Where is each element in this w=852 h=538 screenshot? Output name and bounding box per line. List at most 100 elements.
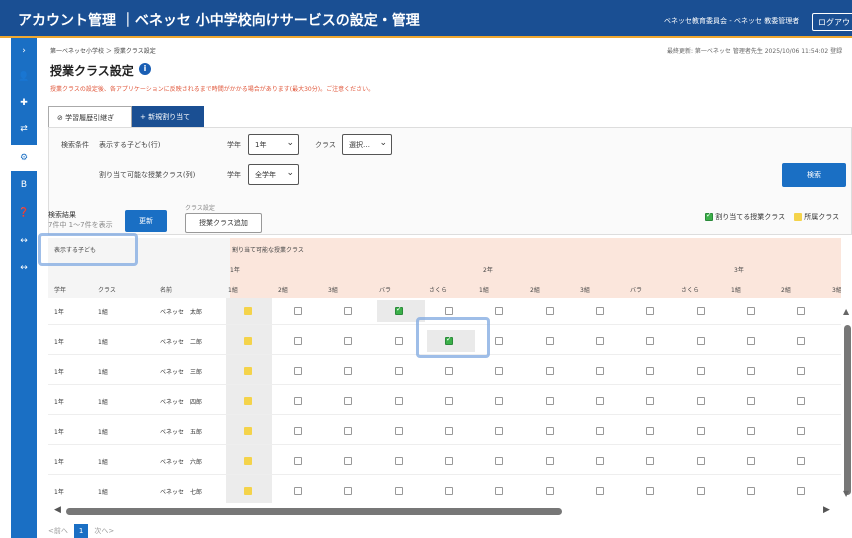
assign-checkbox[interactable] (445, 367, 453, 375)
assign-checkbox[interactable] (495, 307, 503, 315)
assign-checkbox[interactable] (495, 367, 503, 375)
grade-select[interactable]: 1年 ⌄ (248, 134, 299, 155)
assign-checkbox[interactable] (546, 337, 554, 345)
sidebar-expand-icon[interactable]: › (11, 38, 37, 64)
assign-checkbox[interactable] (596, 367, 604, 375)
assign-checkbox[interactable] (747, 427, 755, 435)
assign-checkbox[interactable] (747, 397, 755, 405)
scroll-up-icon[interactable]: ▲ (843, 307, 849, 316)
assign-checkbox[interactable] (646, 367, 654, 375)
sidebar-transfer-icon[interactable]: ⇄ (11, 116, 37, 142)
assign-checkbox[interactable] (395, 367, 403, 375)
assign-checkbox[interactable] (344, 487, 352, 495)
scroll-down-icon[interactable]: ▼ (843, 489, 849, 498)
assign-checkbox[interactable] (797, 367, 805, 375)
logout-button[interactable]: ログアウト (812, 13, 852, 31)
assign-checkbox[interactable] (445, 397, 453, 405)
sidebar-settings-icon[interactable]: ⚙ (11, 145, 37, 171)
assign-checkbox[interactable] (344, 307, 352, 315)
assign-checkbox[interactable] (697, 337, 705, 345)
assign-checkbox[interactable] (294, 367, 302, 375)
assign-checkbox[interactable] (797, 487, 805, 495)
info-icon[interactable]: i (139, 63, 151, 75)
assign-checkbox[interactable] (294, 307, 302, 315)
assign-checkbox[interactable] (546, 307, 554, 315)
assign-checkbox[interactable] (395, 337, 403, 345)
assign-checkbox[interactable] (596, 487, 604, 495)
assign-checkbox[interactable] (546, 367, 554, 375)
assign-checkbox[interactable] (495, 337, 503, 345)
assign-checkbox[interactable] (395, 305, 403, 315)
assign-checkbox[interactable] (646, 457, 654, 465)
scroll-right-icon[interactable]: ▶ (823, 505, 830, 515)
assign-checkbox[interactable] (294, 457, 302, 465)
assign-checkbox[interactable] (797, 337, 805, 345)
sidebar-swap-icon[interactable]: ↔ (11, 228, 37, 254)
assign-checkbox[interactable] (747, 487, 755, 495)
assign-checkbox[interactable] (697, 307, 705, 315)
assign-checkbox[interactable] (294, 427, 302, 435)
sidebar-add-icon[interactable]: ✚ (11, 90, 37, 116)
assign-checkbox[interactable] (445, 427, 453, 435)
assign-checkbox[interactable] (697, 397, 705, 405)
assign-checkbox[interactable] (344, 337, 352, 345)
assign-checkbox[interactable] (495, 457, 503, 465)
assign-checkbox[interactable] (445, 457, 453, 465)
assign-checkbox[interactable] (445, 487, 453, 495)
assign-checkbox[interactable] (546, 427, 554, 435)
assign-checkbox[interactable] (395, 457, 403, 465)
assign-checkbox[interactable] (747, 367, 755, 375)
assign-checkbox[interactable] (697, 457, 705, 465)
assign-checkbox[interactable] (797, 457, 805, 465)
assign-checkbox[interactable] (546, 397, 554, 405)
assign-checkbox[interactable] (495, 427, 503, 435)
assign-checkbox[interactable] (495, 487, 503, 495)
assign-checkbox[interactable] (646, 337, 654, 345)
assign-checkbox[interactable] (395, 487, 403, 495)
assign-checkbox[interactable] (646, 487, 654, 495)
assign-checkbox[interactable] (797, 397, 805, 405)
sidebar-b-icon[interactable]: B (11, 172, 37, 198)
class-select[interactable]: 選択… ⌄ (342, 134, 392, 155)
assign-checkbox[interactable] (395, 427, 403, 435)
assign-checkbox[interactable] (294, 397, 302, 405)
assign-checkbox[interactable] (294, 337, 302, 345)
sidebar-user-icon[interactable]: 👤 (11, 64, 37, 90)
sidebar-help-icon[interactable]: ❓ (11, 200, 37, 226)
tab-new-assign[interactable]: + 新規割り当て (132, 106, 204, 127)
assign-checkbox[interactable] (646, 397, 654, 405)
assign-checkbox[interactable] (344, 397, 352, 405)
assign-checkbox[interactable] (797, 427, 805, 435)
assign-checkbox[interactable] (596, 427, 604, 435)
assign-checkbox[interactable] (596, 307, 604, 315)
assign-checkbox[interactable] (546, 457, 554, 465)
assign-checkbox[interactable] (294, 487, 302, 495)
assign-checkbox[interactable] (697, 427, 705, 435)
grade-select-2[interactable]: 全学年 ⌄ (248, 164, 299, 185)
assign-checkbox[interactable] (395, 397, 403, 405)
next-page-link[interactable]: 次へ> (94, 527, 114, 535)
assign-checkbox[interactable] (344, 367, 352, 375)
scroll-left-icon[interactable]: ◀ (54, 505, 61, 515)
assign-checkbox[interactable] (747, 337, 755, 345)
horizontal-scroll-thumb[interactable] (66, 508, 562, 515)
assign-checkbox[interactable] (596, 457, 604, 465)
assign-checkbox[interactable] (344, 427, 352, 435)
assign-checkbox[interactable] (646, 427, 654, 435)
assign-checkbox[interactable] (344, 457, 352, 465)
prev-page-link[interactable]: <前へ (48, 527, 68, 535)
add-class-button[interactable]: 授業クラス追加 (185, 213, 262, 233)
vertical-scrollbar[interactable]: ▲ ▼ (842, 303, 852, 503)
assign-checkbox[interactable] (546, 487, 554, 495)
search-button[interactable]: 検索 (782, 163, 846, 187)
assign-checkbox[interactable] (747, 307, 755, 315)
assign-checkbox[interactable] (646, 307, 654, 315)
assign-checkbox[interactable] (596, 397, 604, 405)
update-button[interactable]: 更新 (125, 210, 167, 232)
assign-checkbox[interactable] (495, 397, 503, 405)
assign-checkbox[interactable] (445, 307, 453, 315)
assign-checkbox[interactable] (747, 457, 755, 465)
assign-checkbox[interactable] (797, 307, 805, 315)
current-page[interactable]: 1 (74, 524, 89, 538)
assign-checkbox[interactable] (697, 487, 705, 495)
